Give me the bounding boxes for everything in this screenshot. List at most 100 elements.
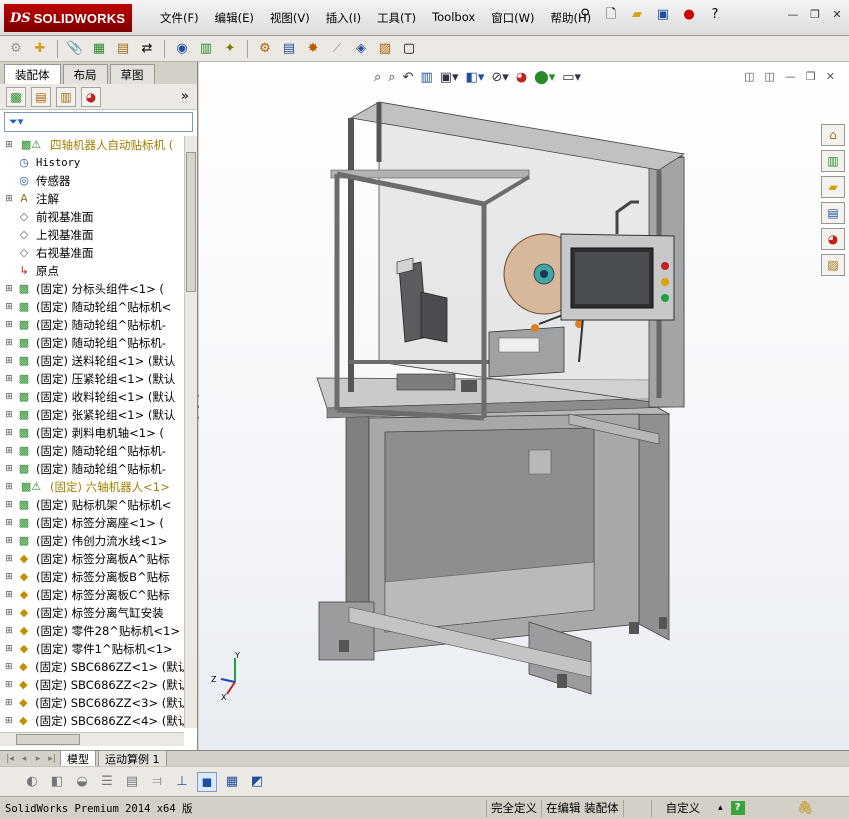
interference-detection-icon[interactable]: ◈ — [351, 39, 371, 59]
explode-line-icon[interactable]: ⟋ — [327, 39, 347, 59]
tree-item[interactable]: ⊞ ◆ (固定) 标签分离气缸安装 — [0, 604, 184, 622]
tab-motion-study[interactable]: 运动算例 1 — [98, 749, 167, 768]
tree-item[interactable]: ⊞ ◆ (固定) SBC686ZZ<1> (默认 — [0, 658, 184, 676]
linear-pattern-icon[interactable]: ▦ — [89, 39, 109, 59]
menu-tools[interactable]: 工具(T) — [369, 9, 424, 27]
hidden-lines-icon[interactable]: ◧ — [47, 772, 67, 792]
expand-icon[interactable]: ⊞ — [4, 284, 14, 294]
tree-item[interactable]: ⊞ ▩ (固定) 随动轮组^贴标机- — [0, 442, 184, 460]
expand-icon[interactable]: ⊞ — [4, 698, 14, 708]
bill-of-materials-icon[interactable]: ▤ — [279, 39, 299, 59]
new-document-icon[interactable]: 🗋 — [602, 6, 620, 24]
design-library-icon[interactable]: ▥ — [821, 150, 845, 172]
tree-vertical-scrollbar[interactable] — [184, 136, 197, 728]
show-hidden-icon[interactable]: ◉ — [172, 39, 192, 59]
tree-item[interactable]: ⊞ A 注解 — [0, 190, 184, 208]
tree-item[interactable]: ⊞ ◆ (固定) 标签分离板A^贴标 — [0, 550, 184, 568]
expand-icon[interactable]: ⊞ — [4, 194, 14, 204]
expand-icon[interactable]: ⊞ — [4, 662, 14, 672]
expand-icon[interactable]: ⊞ — [4, 338, 14, 348]
tree-item[interactable]: ⊞ ◆ (固定) SBC686ZZ<3> (默认 — [0, 694, 184, 712]
insert-component-icon[interactable]: ✚ — [30, 39, 50, 59]
shaded-icon[interactable]: ◐ — [22, 772, 42, 792]
assembly-features-icon[interactable]: ▥ — [196, 39, 216, 59]
traffic-light-icon[interactable]: ● — [680, 6, 698, 24]
tree-item[interactable]: ↳ 原点 — [0, 262, 184, 280]
split-icon[interactable]: ⫤ — [147, 772, 167, 792]
tree-item[interactable]: ⊞ ◆ (固定) 零件1^贴标机<1> — [0, 640, 184, 658]
tree-item[interactable]: ◎ 传感器 — [0, 172, 184, 190]
feature-manager-icon[interactable]: ▩ — [6, 86, 26, 107]
tree-item[interactable]: ⊞ ◆ (固定) 标签分离板C^贴标 — [0, 586, 184, 604]
tree-horizontal-scrollbar[interactable] — [0, 732, 184, 746]
tree-item[interactable]: ⊞ ▩ (固定) 随动轮组^贴标机< — [0, 298, 184, 316]
expand-icon[interactable]: ⊞ — [4, 608, 14, 618]
tree-item[interactable]: ⊞ ▩ (固定) 压紧轮组<1> (默认 — [0, 370, 184, 388]
tree-item[interactable]: ⊞ ▩ (固定) 收料轮组<1> (默认 — [0, 388, 184, 406]
axis-icon[interactable]: ⊥ — [172, 772, 192, 792]
instant3d-icon[interactable]: ▢ — [399, 39, 419, 59]
tree-item[interactable]: ⊞ ◆ (固定) SBC686ZZ<2> (默认 — [0, 676, 184, 694]
scrollbar-thumb[interactable] — [186, 152, 196, 292]
tree-item[interactable]: ⊞ ▩ (固定) 随动轮组^贴标机- — [0, 334, 184, 352]
reference-geometry-icon[interactable]: ✦ — [220, 39, 240, 59]
table-icon[interactable]: ▤ — [122, 772, 142, 792]
tree-item[interactable]: ⊞ ◆ (固定) 标签分离板B^贴标 — [0, 568, 184, 586]
tab-assembly[interactable]: 装配体 — [4, 64, 61, 84]
tree-item[interactable]: ◇ 前视基准面 — [0, 208, 184, 226]
expand-icon[interactable]: ⊞ — [4, 572, 14, 582]
tree-item[interactable]: ⊞ ▩ (固定) 贴标机架^贴标机< — [0, 496, 184, 514]
tab-layout[interactable]: 布局 — [62, 64, 108, 84]
smart-fasteners-icon[interactable]: ▤ — [113, 39, 133, 59]
restore-icon[interactable]: ❐ — [807, 8, 823, 22]
expand-icon[interactable]: ⊞ — [4, 482, 14, 492]
draft-quality-icon[interactable]: ◒ — [72, 772, 92, 792]
close-icon[interactable]: ✕ — [829, 8, 845, 22]
expand-icon[interactable]: ⊞ — [4, 680, 14, 690]
tree-item[interactable]: ⊞ ◆ (固定) 零件28^贴标机<1> — [0, 622, 184, 640]
status-arrow-icon[interactable]: ▴ — [718, 803, 723, 813]
tree-item[interactable]: ⊞ ▩ (固定) 随动轮组^贴标机- — [0, 460, 184, 478]
menu-insert[interactable]: 插入(I) — [318, 9, 369, 27]
expand-icon[interactable]: ⊞ — [4, 446, 14, 456]
expand-icon[interactable]: ⊞ — [4, 716, 14, 726]
mate-icon[interactable]: 📎 — [65, 39, 85, 59]
edit-component-icon[interactable]: ⚙ — [6, 39, 26, 59]
expand-icon[interactable]: ⊞ — [4, 374, 14, 384]
assembly-model[interactable] — [199, 62, 849, 750]
tree-item[interactable]: ◇ 右视基准面 — [0, 244, 184, 262]
clearance-icon[interactable]: ▨ — [375, 39, 395, 59]
move-component-icon[interactable]: ⇄ — [137, 39, 157, 59]
expand-icon[interactable]: ⊞ — [4, 356, 14, 366]
expand-icon[interactable]: ⊞ — [4, 302, 14, 312]
expand-icon[interactable]: ⊞ — [4, 590, 14, 600]
expand-icon[interactable]: ⊞ — [4, 626, 14, 636]
exploded-view-icon[interactable]: ✸ — [303, 39, 323, 59]
expand-icon[interactable]: ⊞ — [4, 392, 14, 402]
home-icon[interactable]: ⌂ — [821, 124, 845, 146]
expand-icon[interactable]: ⊞ — [4, 464, 14, 474]
tree-filter[interactable]: ⏷▾ — [4, 112, 193, 132]
help-icon[interactable]: ? — [706, 6, 724, 24]
graphics-viewport[interactable]: ⌕ ⌕ ↶ ▥ ▣▾ ◧▾ ⊘▾ ◕ ⬤▾ ▭▾ ◫ ◫ — ❐ ✕ ⌂ ▥ ▰… — [199, 62, 849, 750]
tab-sketch[interactable]: 草图 — [109, 64, 155, 84]
tree-item[interactable]: ⊞ ▩ (固定) 张紧轮组<1> (默认 — [0, 406, 184, 424]
custom-properties-icon[interactable]: ▨ — [821, 254, 845, 276]
tree-item[interactable]: ⊞ ▩ (固定) 随动轮组^贴标机- — [0, 316, 184, 334]
tree-item[interactable]: ⊞ ▩ (固定) 标签分离座<1> ( — [0, 514, 184, 532]
solidworks-logo[interactable]: DS SOLIDWORKS — [4, 4, 132, 32]
grid-view-icon[interactable]: ▦ — [222, 772, 242, 792]
file-explorer-icon[interactable]: ▰ — [821, 176, 845, 198]
configuration-manager-icon[interactable]: ▥ — [56, 86, 76, 107]
tab-model[interactable]: 模型 — [60, 749, 96, 768]
open-folder-icon[interactable]: ▰ — [628, 6, 646, 24]
display-manager-icon[interactable]: ◕ — [81, 86, 101, 107]
expand-icon[interactable]: ⊞ — [4, 320, 14, 330]
tree-item[interactable]: ⊞ ▩ (固定) 送料轮组<1> (默认 — [0, 352, 184, 370]
menu-window[interactable]: 窗口(W) — [483, 9, 542, 27]
tree-item[interactable]: ⊞ ▩⚠ (固定) 六轴机器人<1> — [0, 478, 184, 496]
expand-icon[interactable]: ⊞ — [4, 554, 14, 564]
expand-icon[interactable]: ⊞ — [4, 140, 14, 150]
first-tab-icon[interactable]: |◂ — [4, 754, 16, 764]
expand-icon[interactable]: ⊞ — [4, 428, 14, 438]
